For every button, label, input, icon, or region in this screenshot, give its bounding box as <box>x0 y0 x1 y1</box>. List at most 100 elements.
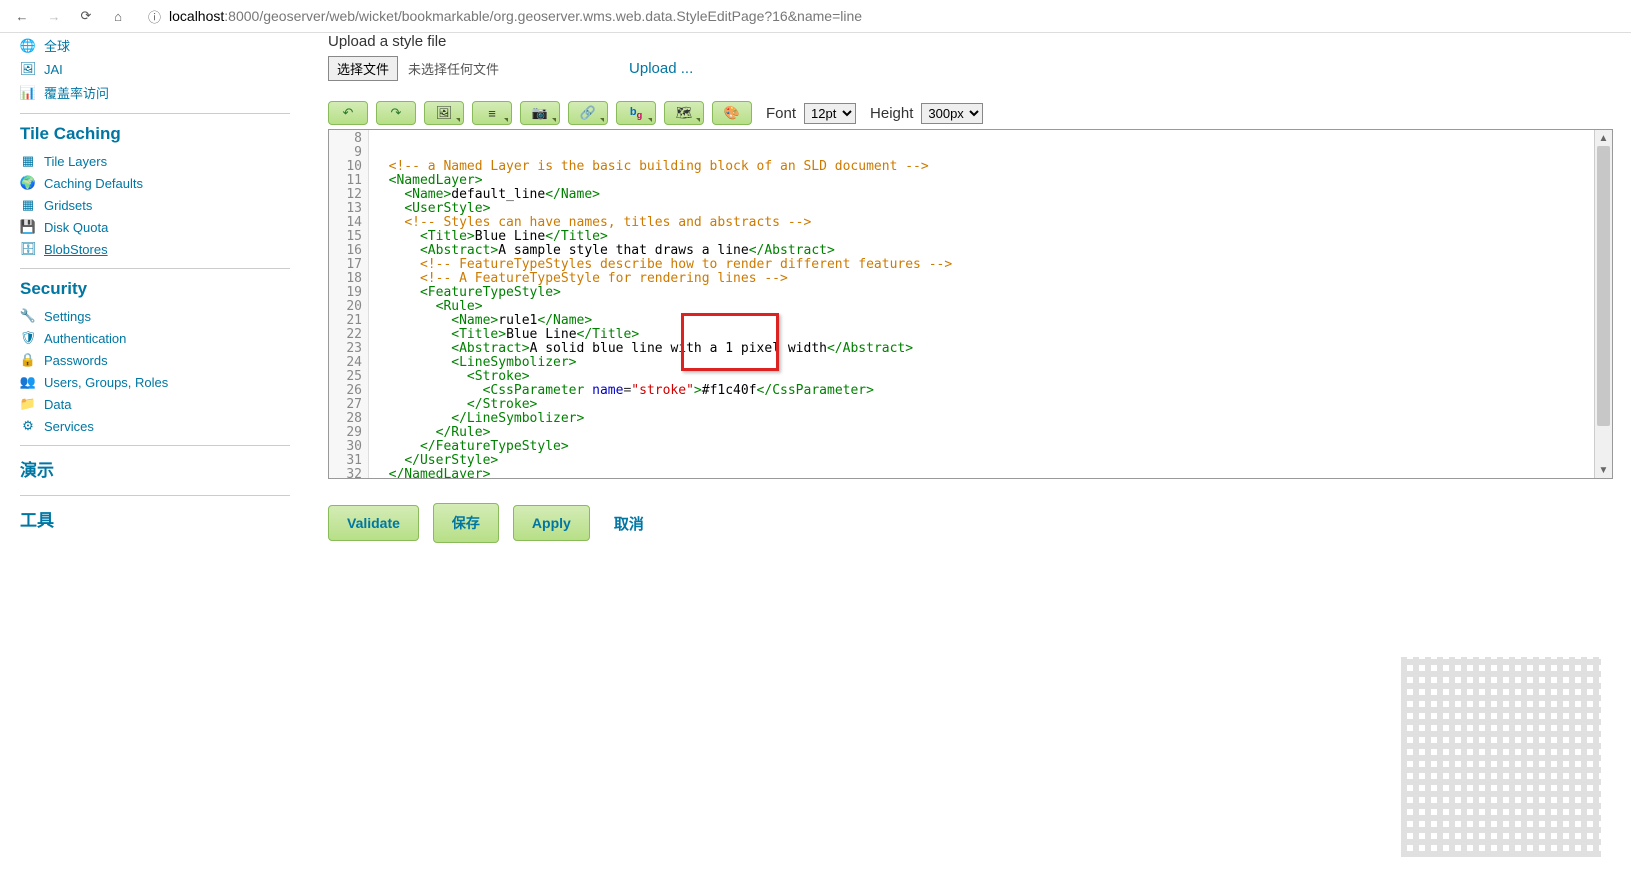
shield-icon: 🛡 <box>20 330 36 346</box>
data-icon: 📁 <box>20 396 36 412</box>
code-line: <!-- FeatureTypeStyles describe how to r… <box>373 258 1590 272</box>
upload-link[interactable]: Upload ... <box>629 60 693 77</box>
sidebar-item-label: Disk Quota <box>44 220 108 235</box>
code-line: <!-- A FeatureTypeStyle for rendering li… <box>373 272 1590 286</box>
line-gutter: 8910111213141516171819202122232425262728… <box>329 130 369 478</box>
undo-button[interactable]: ↶ <box>328 101 368 125</box>
undo-icon: ↶ <box>343 105 354 121</box>
sidebar-item-label: Tile Layers <box>44 154 107 169</box>
sidebar-item[interactable]: 🗄 BlobStores <box>20 238 290 260</box>
url-bar[interactable]: ⓘ localhost:8000/geoserver/web/wicket/bo… <box>140 7 1619 26</box>
globe-icon: 🌐 <box>20 38 36 54</box>
sidebar-header-demo: 演示 <box>20 445 290 487</box>
scroll-up-icon[interactable]: ▲ <box>1595 130 1612 146</box>
grid-icon: ▦ <box>20 197 36 213</box>
code-line: <NamedLayer> <box>373 174 1590 188</box>
back-button[interactable]: ← <box>12 6 32 26</box>
raster-button[interactable]: 🗺 <box>664 101 704 125</box>
text-icon: bg <box>630 106 642 120</box>
sidebar: 🌐 全球 🖼JAI📊覆盖率访问 Tile Caching ▦ Tile Layers 🌍… <box>0 33 310 543</box>
vertical-scrollbar[interactable]: ▲ ▼ <box>1594 130 1612 478</box>
disk-icon: 💾 <box>20 219 36 235</box>
font-label: Font <box>766 105 796 122</box>
validate-button[interactable]: Validate <box>328 505 419 541</box>
sidebar-item-label: Passwords <box>44 353 108 368</box>
forward-button[interactable]: → <box>44 6 64 26</box>
code-line: <LineSymbolizer> <box>373 356 1590 370</box>
sidebar-item-label: 全球 <box>44 36 70 55</box>
sidebar-item-label: JAI <box>44 62 63 77</box>
sidebar-item-label: Services <box>44 419 94 434</box>
sidebar-item-label: Users, Groups, Roles <box>44 375 168 390</box>
editor-toolbar: ↶ ↷ 🖼 ≡ 📷 🔗 bg 🗺 🎨 Font 12pt Height 300p… <box>328 101 1613 125</box>
coverage-icon: 📊 <box>20 85 36 101</box>
cancel-link[interactable]: 取消 <box>614 513 644 534</box>
file-status: 未选择任何文件 <box>408 59 499 78</box>
save-button[interactable]: 保存 <box>433 503 499 543</box>
code-line: <!-- Styles can have names, titles and a… <box>373 216 1590 230</box>
grid-icon: ▦ <box>20 153 36 169</box>
sidebar-item[interactable]: ▦ Gridsets <box>20 194 290 216</box>
sidebar-item-label: BlobStores <box>44 242 108 257</box>
palette-icon: 🎨 <box>724 105 740 121</box>
sidebar-item[interactable]: 🌐 全球 <box>20 33 290 58</box>
text-button[interactable]: bg <box>616 101 656 125</box>
sidebar-item[interactable]: 📁 Data <box>20 393 290 415</box>
sidebar-item[interactable]: 🔧Settings <box>20 305 290 327</box>
sidebar-item[interactable]: 📊覆盖率访问 <box>20 80 290 105</box>
code-line: <!-- a Named Layer is the basic building… <box>373 160 1590 174</box>
code-line: <UserStyle> <box>373 202 1590 216</box>
code-line: </FeatureTypeStyle> <box>373 440 1590 454</box>
code-line: <Rule> <box>373 300 1590 314</box>
code-line: <Abstract>A solid blue line with a 1 pix… <box>373 342 1590 356</box>
redo-button[interactable]: ↷ <box>376 101 416 125</box>
code-line: <FeatureTypeStyle> <box>373 286 1590 300</box>
db-icon: 🗄 <box>20 241 36 257</box>
sidebar-item[interactable]: 🔒 Passwords <box>20 349 290 371</box>
sidebar-item[interactable]: 🖼JAI <box>20 58 290 80</box>
image-button[interactable]: 🖼 <box>424 101 464 125</box>
code-line: <Title>Blue Line</Title> <box>373 328 1590 342</box>
code-line: </LineSymbolizer> <box>373 412 1590 426</box>
code-line: </Rule> <box>373 426 1590 440</box>
code-line: <Abstract>A sample style that draws a li… <box>373 244 1590 258</box>
wrench-icon: 🔧 <box>20 308 36 324</box>
sidebar-item[interactable]: ⚙Services <box>20 415 290 437</box>
sidebar-item-label: Data <box>44 397 71 412</box>
sidebar-item[interactable]: ▦ Tile Layers <box>20 150 290 172</box>
sidebar-item-label: Gridsets <box>44 198 92 213</box>
format-button[interactable]: ≡ <box>472 101 512 125</box>
code-line: <Stroke> <box>373 370 1590 384</box>
sidebar-item[interactable]: 👥Users, Groups, Roles <box>20 371 290 393</box>
code-editor[interactable]: 8910111213141516171819202122232425262728… <box>328 129 1613 479</box>
font-select[interactable]: 12pt <box>804 103 856 124</box>
code-line: <CssParameter name="stroke">#f1c40f</Css… <box>373 384 1590 398</box>
sidebar-item[interactable]: 🛡Authentication <box>20 327 290 349</box>
globe-blue-icon: 🌍 <box>20 175 36 191</box>
home-button[interactable]: ⌂ <box>108 6 128 26</box>
sidebar-item[interactable]: 🌍Caching Defaults <box>20 172 290 194</box>
choose-file-button[interactable]: 选择文件 <box>328 56 398 81</box>
apply-button[interactable]: Apply <box>513 505 590 541</box>
code-area[interactable]: <!-- a Named Layer is the basic building… <box>369 130 1594 478</box>
scroll-down-icon[interactable]: ▼ <box>1595 462 1612 478</box>
height-select[interactable]: 300px <box>921 103 983 124</box>
color-button[interactable]: 🎨 <box>712 101 752 125</box>
scroll-thumb[interactable] <box>1597 146 1610 426</box>
sidebar-header-tools: 工具 <box>20 495 290 537</box>
upload-label: Upload a style file <box>328 33 1613 50</box>
raster-icon: 🗺 <box>676 105 693 121</box>
lines-icon: ≡ <box>488 106 496 121</box>
point-button[interactable]: 📷 <box>520 101 560 125</box>
redo-icon: ↷ <box>391 105 402 121</box>
qr-watermark <box>1401 657 1601 857</box>
sidebar-item[interactable]: 💾 Disk Quota <box>20 216 290 238</box>
sidebar-header-security: Security <box>20 268 290 305</box>
lock-icon: 🔒 <box>20 352 36 368</box>
sidebar-header-tile-caching: Tile Caching <box>20 113 290 150</box>
code-line: </UserStyle> <box>373 454 1590 468</box>
main-content: Upload a style file 选择文件 未选择任何文件 Upload … <box>310 33 1631 543</box>
reload-button[interactable]: ⟳ <box>76 6 96 26</box>
line-button[interactable]: 🔗 <box>568 101 608 125</box>
info-icon[interactable]: ⓘ <box>148 7 161 26</box>
